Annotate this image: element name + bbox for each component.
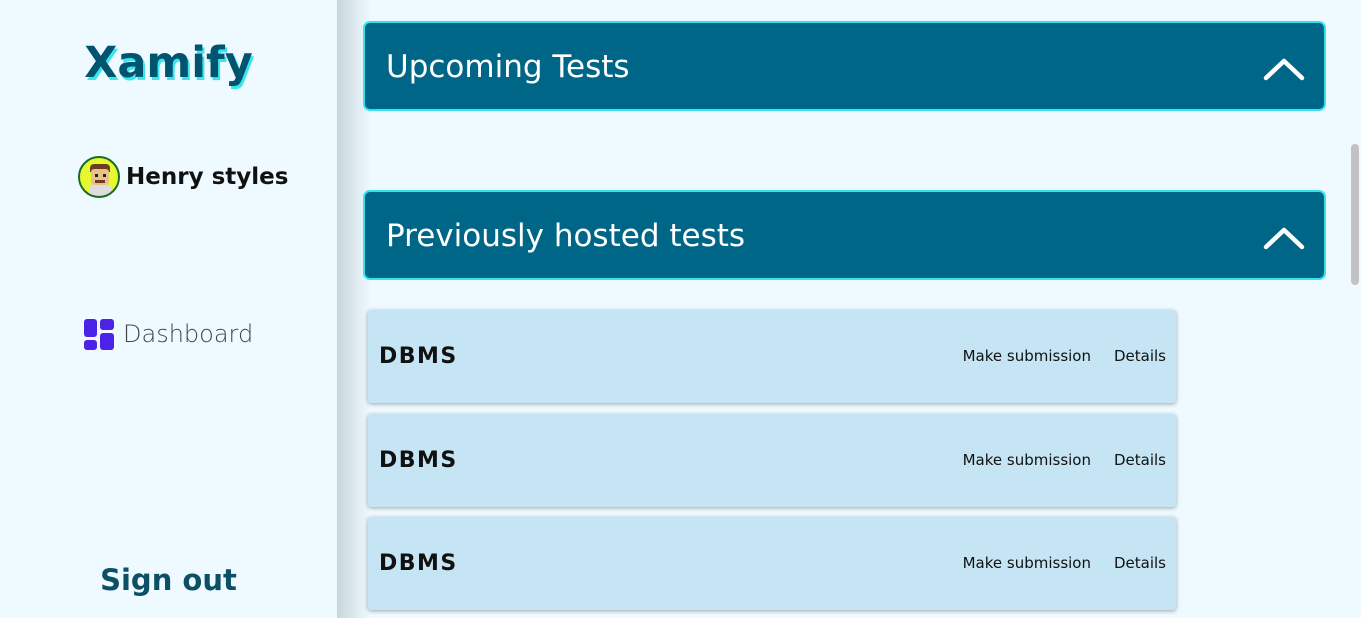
test-name: DBMS xyxy=(379,448,458,473)
section-title: Upcoming Tests xyxy=(386,49,630,85)
sign-out-button[interactable]: Sign out xyxy=(0,563,337,597)
chevron-up-icon[interactable] xyxy=(1263,57,1305,81)
upcoming-tests-header[interactable]: Upcoming Tests xyxy=(363,21,1326,111)
test-name: DBMS xyxy=(379,551,458,576)
sidebar: Xamify Henry styles Dashboard Sign out xyxy=(0,0,337,618)
previous-tests-header[interactable]: Previously hosted tests xyxy=(363,190,1326,280)
make-submission-link[interactable]: Make submission xyxy=(963,347,1091,365)
make-submission-link[interactable]: Make submission xyxy=(963,451,1091,469)
test-card: DBMS Make submission Details xyxy=(368,310,1176,403)
test-card: DBMS Make submission Details xyxy=(368,414,1176,507)
make-submission-link[interactable]: Make submission xyxy=(963,554,1091,572)
details-link[interactable]: Details xyxy=(1114,451,1166,469)
app-logo: Xamify xyxy=(84,38,253,88)
avatar xyxy=(78,156,120,198)
test-name: DBMS xyxy=(379,344,458,369)
section-title: Previously hosted tests xyxy=(386,218,746,254)
details-link[interactable]: Details xyxy=(1114,554,1166,572)
chevron-up-icon[interactable] xyxy=(1263,226,1305,250)
test-card: DBMS Make submission Details xyxy=(368,517,1176,610)
user-profile[interactable]: Henry styles xyxy=(78,156,288,198)
dashboard-icon xyxy=(84,318,114,350)
sidebar-item-dashboard[interactable]: Dashboard xyxy=(84,318,253,350)
details-link[interactable]: Details xyxy=(1114,347,1166,365)
scrollbar[interactable] xyxy=(1351,144,1359,285)
sidebar-item-label: Dashboard xyxy=(123,320,254,348)
user-name: Henry styles xyxy=(126,164,289,190)
